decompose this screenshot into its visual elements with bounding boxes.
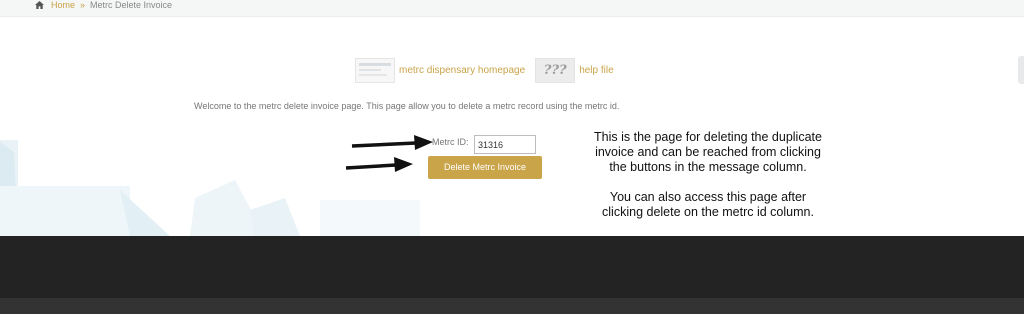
arrow-icon-lower <box>345 157 413 172</box>
metrc-id-input[interactable] <box>474 135 536 154</box>
annotation-line: invoice and can be reached from clicking <box>595 145 821 159</box>
links-row: metrc dispensary homepage ??? help file <box>355 57 624 83</box>
annotation-note: This is the page for deleting the duplic… <box>568 130 848 220</box>
annotation-line: You can also access this page after <box>609 190 807 204</box>
delete-metrc-invoice-button[interactable]: Delete Metrc Invoice <box>428 156 542 179</box>
help-thumbnail[interactable]: ??? <box>535 57 576 83</box>
footer <box>0 236 1024 298</box>
breadcrumb-bar: Home » Metrc Delete Invoice <box>0 0 1024 17</box>
annotation-line: clicking delete on the metrc id column. <box>602 205 814 219</box>
dispensary-homepage-link[interactable]: metrc dispensary homepage <box>399 65 525 76</box>
breadcrumb-current: Metrc Delete Invoice <box>90 0 173 10</box>
annotation-arrows <box>345 135 433 172</box>
footer-bottom-bar <box>0 298 1024 314</box>
homepage-thumbnail[interactable] <box>355 57 395 83</box>
annotation-line: This is the page for deleting the duplic… <box>594 130 822 144</box>
arrow-icon-upper <box>351 135 433 150</box>
help-file-link[interactable]: help file <box>579 65 613 76</box>
welcome-text: Welcome to the metrc delete invoice page… <box>194 101 620 111</box>
side-tab[interactable] <box>1018 56 1024 84</box>
breadcrumb-separator: » <box>80 0 86 10</box>
home-icon[interactable] <box>35 0 44 9</box>
annotation-line: the buttons in the message column. <box>609 160 807 174</box>
breadcrumb: Home » Metrc Delete Invoice <box>35 0 172 11</box>
breadcrumb-home-link[interactable]: Home <box>51 0 75 10</box>
